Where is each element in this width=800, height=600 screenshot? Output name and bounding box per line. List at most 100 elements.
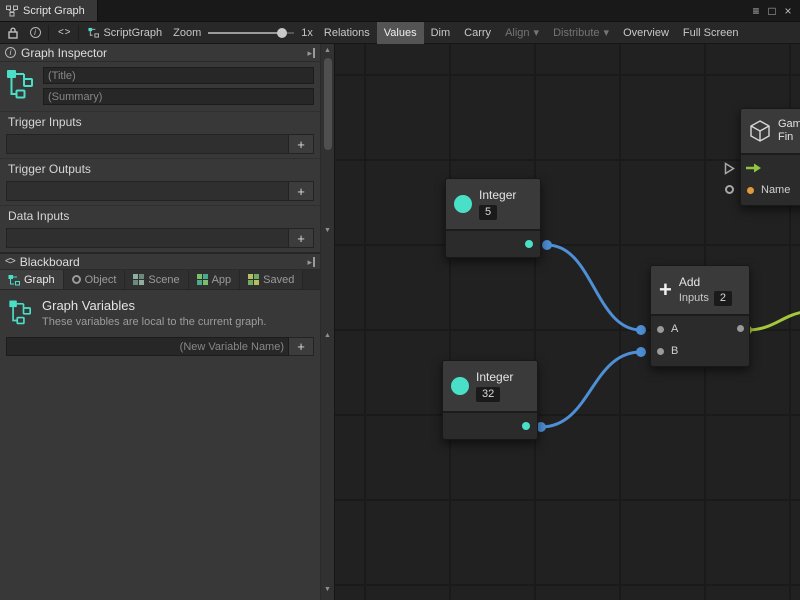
graph-variables-text: Graph Variables These variables are loca…: [42, 298, 266, 328]
scroll-up-icon[interactable]: ▲: [321, 332, 334, 339]
port-row-a: A: [651, 318, 749, 340]
add-trigger-output-button[interactable]: +: [288, 181, 314, 201]
tab-graph[interactable]: Graph: [0, 270, 64, 289]
edge-integer32-to-add-b[interactable]: [541, 352, 641, 427]
edge-add-output-offscreen[interactable]: [747, 312, 800, 330]
tab-saved[interactable]: Saved: [240, 270, 303, 289]
add-trigger-input-button[interactable]: +: [288, 134, 314, 154]
flow-arrow-icon[interactable]: [746, 163, 762, 173]
blackboard-header: <> Blackboard ▸: [0, 252, 320, 270]
graph-summary-input[interactable]: [43, 88, 314, 105]
titlebar: Script Graph ≡ □ ×: [0, 0, 800, 22]
node-title-line2: Fin: [778, 131, 800, 144]
info-icon: i: [30, 27, 41, 38]
graph-variables-title: Graph Variables: [42, 298, 266, 313]
scroll-down-icon[interactable]: ▼: [321, 586, 334, 593]
tab-scene[interactable]: Scene: [125, 270, 188, 289]
graph-title-input[interactable]: [43, 67, 314, 84]
new-variable-input[interactable]: [6, 337, 289, 356]
flow-input-port[interactable]: [724, 162, 735, 175]
name-row: Name: [741, 179, 800, 201]
node-header[interactable]: Integer 5: [446, 179, 540, 231]
graph-variables-info: Graph Variables These variables are loca…: [0, 290, 320, 334]
add-data-input-button[interactable]: +: [288, 228, 314, 248]
output-port[interactable]: [737, 325, 744, 332]
values-button[interactable]: Values: [377, 22, 424, 44]
dim-button[interactable]: Dim: [424, 22, 458, 44]
trigger-outputs-list: +: [6, 181, 314, 201]
fullscreen-button[interactable]: Full Screen: [676, 22, 746, 44]
app-icon: [197, 274, 208, 285]
node-title-line1: Gam: [778, 118, 800, 131]
port-row-b: B: [651, 340, 749, 362]
code-view-button[interactable]: < >: [51, 22, 76, 44]
name-input-port[interactable]: [747, 187, 754, 194]
blackboard-tabs: Graph Object Scene: [0, 270, 320, 290]
maximize-icon[interactable]: □: [764, 1, 780, 21]
inputs-count-field[interactable]: 2: [714, 291, 732, 306]
node-title: Integer: [479, 188, 516, 202]
node-find-partial[interactable]: Gam Fin Name: [740, 108, 800, 206]
toolbar-separator: [78, 25, 79, 41]
input-port-b[interactable]: [657, 348, 664, 355]
tab-script-graph[interactable]: Script Graph: [0, 0, 98, 21]
scroll-down-icon[interactable]: ▼: [321, 227, 334, 234]
blackboard-icon: <>: [5, 256, 15, 267]
zoom-slider[interactable]: [208, 22, 294, 44]
graph-glyph-icon: [6, 67, 36, 103]
data-input-port[interactable]: [725, 185, 734, 194]
edge-integer5-to-add-a[interactable]: [547, 245, 641, 330]
align-button[interactable]: Align ▾: [498, 22, 546, 44]
node-integer-32[interactable]: Integer 32: [442, 360, 538, 440]
carry-label: Carry: [464, 27, 491, 39]
trigger-inputs-label: Trigger Inputs: [0, 111, 320, 132]
node-integer-5[interactable]: Integer 5: [445, 178, 541, 258]
node-header[interactable]: + Add Inputs 2: [651, 266, 749, 316]
integer-value-field[interactable]: 5: [479, 205, 497, 220]
cube-icon: [749, 119, 771, 143]
tab-app[interactable]: App: [189, 270, 241, 289]
lock-button[interactable]: [2, 22, 24, 44]
scroll-up-icon[interactable]: ▲: [321, 47, 334, 54]
output-port[interactable]: [525, 240, 533, 248]
dock-panel-icon[interactable]: ▸: [307, 48, 315, 58]
graph-inspector-header: i Graph Inspector ▸: [0, 44, 320, 62]
node-header[interactable]: Gam Fin: [741, 109, 800, 155]
overview-button[interactable]: Overview: [616, 22, 676, 44]
graph-canvas[interactable]: Integer 5 Integer 32: [335, 44, 800, 600]
carry-button[interactable]: Carry: [457, 22, 498, 44]
graph-icon: [88, 27, 99, 38]
scrollbar-thumb[interactable]: [324, 58, 332, 150]
edge-endpoint: [636, 325, 646, 335]
port-b-label: B: [671, 345, 678, 357]
add-variable-button[interactable]: +: [289, 337, 314, 356]
input-port-a[interactable]: [657, 326, 664, 333]
add-icon: +: [659, 280, 672, 300]
tab-saved-label: Saved: [263, 274, 294, 286]
window-menu-icon[interactable]: ≡: [748, 1, 764, 21]
node-add[interactable]: + Add Inputs 2 A: [650, 265, 750, 367]
node-ports: A B: [651, 316, 749, 366]
node-header[interactable]: Integer 32: [443, 361, 537, 413]
tab-object[interactable]: Object: [64, 270, 126, 289]
main-area: i Graph Inspector ▸ T: [0, 44, 800, 600]
output-port[interactable]: [522, 422, 530, 430]
node-title: Integer: [476, 370, 513, 384]
integer-value-field[interactable]: 32: [476, 387, 500, 402]
info-icon: i: [5, 47, 16, 58]
tab-scene-label: Scene: [148, 274, 179, 286]
node-ports: [446, 231, 540, 257]
saved-icon: [248, 274, 259, 285]
graph-name-label: ScriptGraph: [103, 27, 162, 39]
relations-button[interactable]: Relations: [317, 22, 377, 44]
close-icon[interactable]: ×: [780, 1, 796, 21]
integer-icon: [454, 195, 472, 213]
zoom-slider-handle[interactable]: [277, 28, 287, 38]
panel-scrollbar[interactable]: ▲ ▼ ▲ ▼: [320, 44, 334, 600]
script-graph-breadcrumb[interactable]: ScriptGraph: [81, 22, 169, 44]
inspect-button[interactable]: i: [24, 22, 46, 44]
distribute-button[interactable]: Distribute ▾: [546, 22, 616, 44]
scene-icon: [133, 274, 144, 285]
dock-panel-icon[interactable]: ▸: [307, 257, 315, 267]
name-port-label: Name: [761, 184, 790, 196]
